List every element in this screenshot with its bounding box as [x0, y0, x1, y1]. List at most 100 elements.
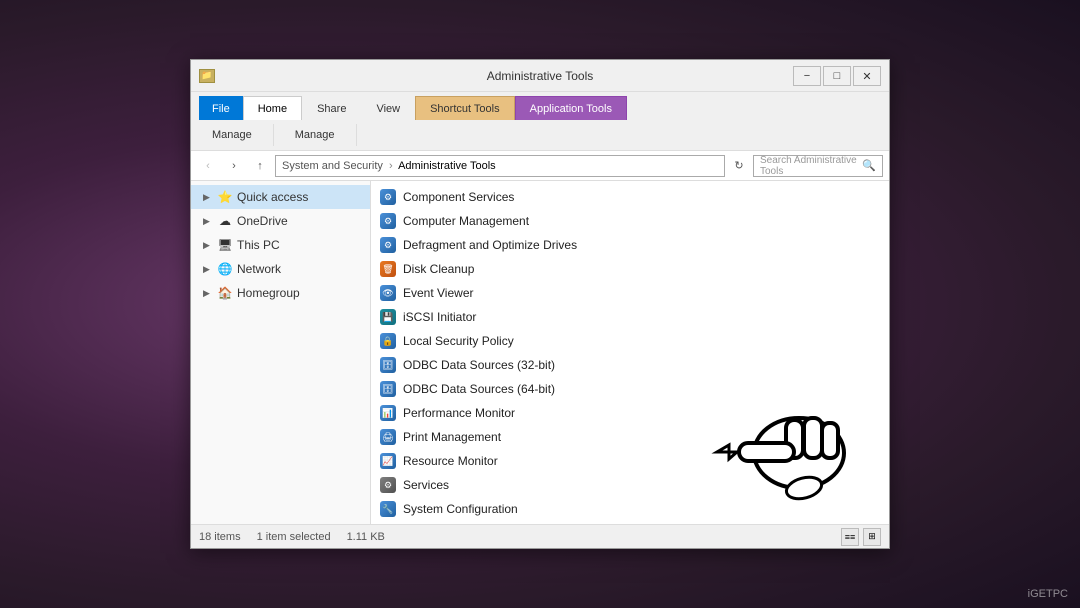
ribbon-tabs: File Home Share View Shortcut Tools Appl…	[191, 92, 889, 120]
search-box[interactable]: Search Administrative Tools 🔍	[753, 155, 883, 177]
file-name: Services	[403, 478, 449, 492]
file-icon: ⚙	[379, 189, 397, 205]
large-icons-view-button[interactable]: ⊞	[863, 528, 881, 546]
file-icon: 🖨	[379, 429, 397, 445]
expand-arrow: ▶	[203, 264, 213, 275]
expand-arrow: ▶	[203, 216, 213, 227]
file-name: Resource Monitor	[403, 454, 498, 468]
sidebar-item-label: OneDrive	[237, 214, 288, 228]
breadcrumb-current: Administrative Tools	[398, 160, 496, 172]
address-path[interactable]: System and Security › Administrative Too…	[275, 155, 725, 177]
file-name: Disk Cleanup	[403, 262, 474, 276]
status-bar: 18 items 1 item selected 1.11 KB ≡≡ ⊞	[191, 524, 889, 548]
maximize-button[interactable]: □	[823, 66, 851, 86]
tab-share[interactable]: Share	[302, 96, 361, 120]
file-name: Print Management	[403, 430, 501, 444]
file-name: Event Viewer	[403, 286, 473, 300]
network-icon: 🌐	[217, 261, 233, 277]
file-name: ODBC Data Sources (32-bit)	[403, 358, 555, 372]
ribbon: File Home Share View Shortcut Tools Appl…	[191, 92, 889, 151]
list-item[interactable]: 📈 Resource Monitor	[371, 449, 889, 473]
list-item[interactable]: ⚙ Computer Management	[371, 209, 889, 233]
file-icon: 📈	[379, 453, 397, 469]
file-icon: 📊	[379, 405, 397, 421]
list-item[interactable]: 🔧 System Configuration	[371, 497, 889, 521]
sidebar: ▶ ⭐ Quick access ▶ ☁ OneDrive ▶ 🖥 This P…	[191, 181, 371, 524]
forward-button[interactable]: ›	[223, 155, 245, 177]
list-item[interactable]: ⚙ Component Services	[371, 185, 889, 209]
tab-home[interactable]: Home	[243, 96, 302, 120]
tab-shortcut-tools[interactable]: Shortcut Tools	[415, 96, 515, 120]
manage-section-2: Manage	[282, 124, 357, 146]
file-icon: 🗑	[379, 261, 397, 277]
sidebar-item-homegroup[interactable]: ▶ 🏠 Homegroup	[191, 281, 370, 305]
quick-access-icon: ⭐	[217, 189, 233, 205]
list-item[interactable]: 💾 iSCSI Initiator	[371, 305, 889, 329]
file-name: iSCSI Initiator	[403, 310, 476, 324]
manage-button-2[interactable]: Manage	[282, 124, 348, 146]
list-item[interactable]: 🔒 Local Security Policy	[371, 329, 889, 353]
expand-arrow: ▶	[203, 288, 213, 299]
manage-button-1[interactable]: Manage	[199, 124, 265, 146]
breadcrumb: System and Security › Administrative Too…	[282, 160, 496, 172]
homegroup-icon: 🏠	[217, 285, 233, 301]
sidebar-item-quick-access[interactable]: ▶ ⭐ Quick access	[191, 185, 370, 209]
refresh-button[interactable]: ↻	[729, 155, 749, 177]
file-icon: 🗄	[379, 381, 397, 397]
tab-app-tools[interactable]: Application Tools	[515, 96, 627, 120]
file-list: ⚙ Component Services ⚙ Computer Manageme…	[371, 181, 889, 524]
close-button[interactable]: ✕	[853, 66, 881, 86]
sidebar-item-label: Quick access	[237, 190, 308, 204]
sidebar-item-label: This PC	[237, 238, 280, 252]
window-icon: 📁	[199, 69, 215, 83]
list-item[interactable]: 📊 Performance Monitor	[371, 401, 889, 425]
file-icon: ⚙	[379, 477, 397, 493]
file-size: 1.11 KB	[347, 531, 385, 543]
manage-section-1: Manage	[199, 124, 274, 146]
tab-file[interactable]: File	[199, 96, 243, 120]
search-icon: 🔍	[862, 159, 876, 172]
sidebar-item-label: Network	[237, 262, 281, 276]
file-name: Local Security Policy	[403, 334, 514, 348]
expand-arrow: ▶	[203, 240, 213, 251]
file-name: Component Services	[403, 190, 514, 204]
item-count: 18 items	[199, 531, 241, 543]
main-area: ▶ ⭐ Quick access ▶ ☁ OneDrive ▶ 🖥 This P…	[191, 181, 889, 524]
file-name: System Configuration	[403, 502, 518, 516]
file-name: ODBC Data Sources (64-bit)	[403, 382, 555, 396]
list-item[interactable]: ⚙ Defragment and Optimize Drives	[371, 233, 889, 257]
file-icon: 👁	[379, 285, 397, 301]
file-icon: ⚙	[379, 237, 397, 253]
watermark: iGETPC	[1028, 588, 1068, 600]
minimize-button[interactable]: −	[793, 66, 821, 86]
file-name: Performance Monitor	[403, 406, 515, 420]
tab-view[interactable]: View	[361, 96, 415, 120]
list-item[interactable]: 🗑 Disk Cleanup	[371, 257, 889, 281]
view-options: ≡≡ ⊞	[841, 528, 881, 546]
sidebar-item-this-pc[interactable]: ▶ 🖥 This PC	[191, 233, 370, 257]
list-item[interactable]: ⚙ Services	[371, 473, 889, 497]
expand-arrow: ▶	[203, 192, 213, 203]
explorer-window: 📁 Administrative Tools − □ ✕ File Home S…	[190, 59, 890, 549]
list-item[interactable]: 🗄 ODBC Data Sources (32-bit)	[371, 353, 889, 377]
file-icon: 🗄	[379, 357, 397, 373]
back-button[interactable]: ‹	[197, 155, 219, 177]
window-controls: − □ ✕	[793, 66, 881, 86]
sidebar-item-network[interactable]: ▶ 🌐 Network	[191, 257, 370, 281]
list-item[interactable]: 🖨 Print Management	[371, 425, 889, 449]
up-button[interactable]: ↑	[249, 155, 271, 177]
search-placeholder: Search Administrative Tools	[760, 155, 862, 177]
sidebar-item-label: Homegroup	[237, 286, 300, 300]
list-item[interactable]: 👁 Event Viewer	[371, 281, 889, 305]
file-icon: ⚙	[379, 213, 397, 229]
list-item[interactable]: 🗄 ODBC Data Sources (64-bit)	[371, 377, 889, 401]
this-pc-icon: 🖥	[217, 237, 233, 253]
selection-info: 1 item selected	[257, 531, 331, 543]
sidebar-item-onedrive[interactable]: ▶ ☁ OneDrive	[191, 209, 370, 233]
title-bar-icons: 📁	[199, 69, 215, 83]
file-icon: 💾	[379, 309, 397, 325]
file-name: Computer Management	[403, 214, 529, 228]
details-view-button[interactable]: ≡≡	[841, 528, 859, 546]
ribbon-toolbar: Manage Manage	[191, 120, 889, 150]
title-bar: 📁 Administrative Tools − □ ✕	[191, 60, 889, 92]
